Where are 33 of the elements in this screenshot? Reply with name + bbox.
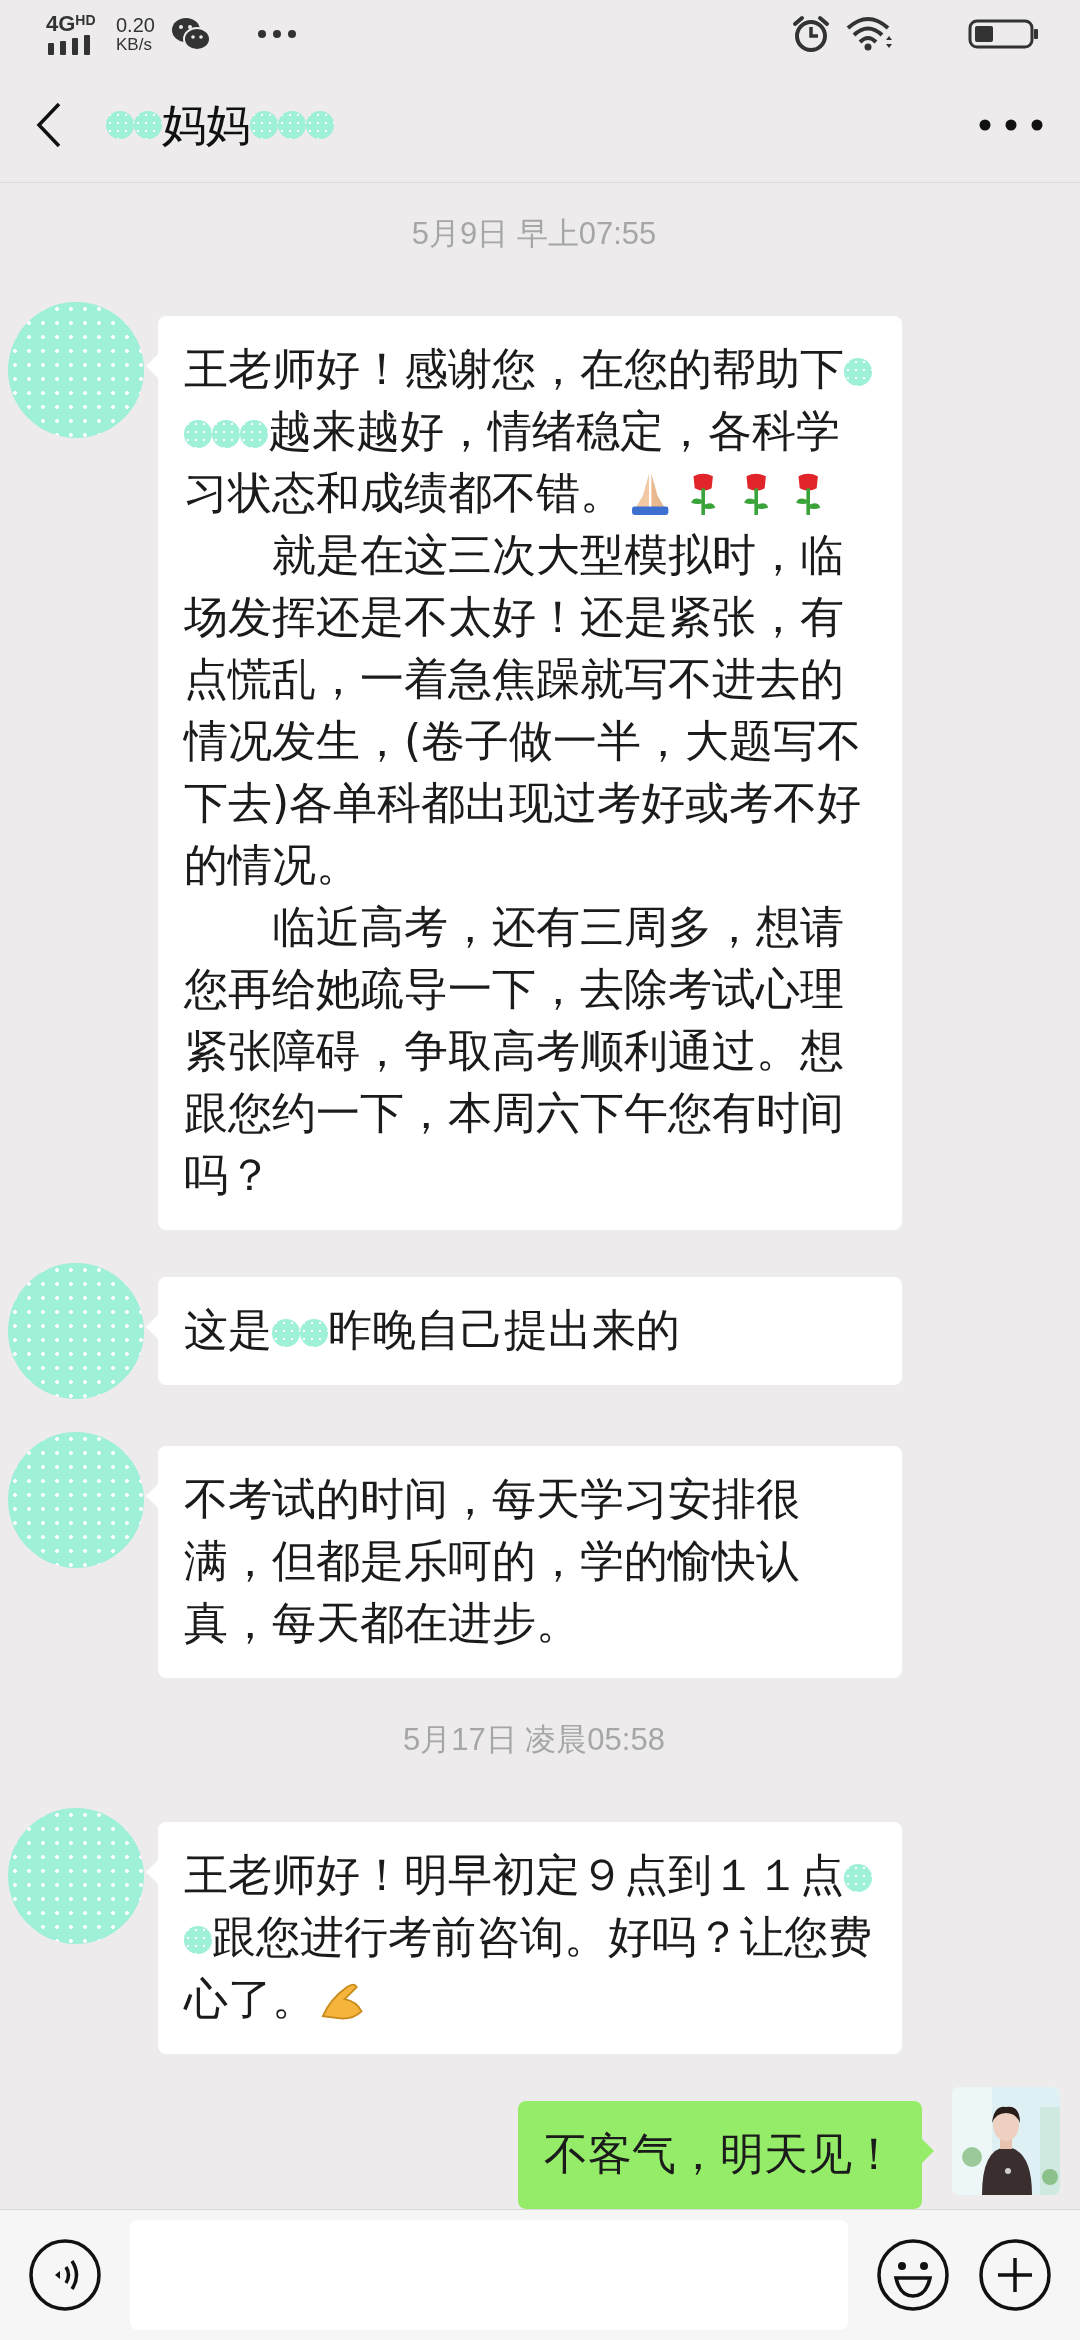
redaction-mark <box>134 111 162 140</box>
more-icon[interactable] <box>978 118 1044 133</box>
voice-button[interactable] <box>28 2238 102 2313</box>
alarm-icon <box>792 15 830 54</box>
redaction-mark <box>184 420 212 449</box>
redaction-mark <box>184 1926 212 1955</box>
timestamp: 5月17日 凌晨05:58 <box>403 1721 665 1760</box>
wifi-icon <box>846 16 892 53</box>
redaction-mark <box>278 111 306 140</box>
message-text: 不客气，明天见！ <box>544 2127 896 2182</box>
redaction-mark <box>844 1864 872 1893</box>
redaction-mark <box>306 111 334 140</box>
back-icon[interactable] <box>36 102 62 149</box>
redaction-mark <box>300 1319 328 1348</box>
redaction-mark <box>212 420 240 449</box>
redaction-mark <box>240 420 268 449</box>
battery-icon <box>968 19 1040 50</box>
redaction-mark <box>250 111 278 140</box>
message-text: 王老师好！感谢您，在您的帮助下 越来越好，情绪稳定，各科学习状态和成绩都不错。 <box>184 338 872 525</box>
message-text: 临近高考，还有三周多，想请您再给她疏导一下，去除考试心理紧张障碍，争取高考顺利通过。想跟您约一下，本周六下午您有时间吗？ <box>184 900 845 1203</box>
message-text: 这是 昨晚自己提出来的 <box>184 1303 681 1358</box>
redaction-mark <box>106 111 134 140</box>
more-icon <box>256 29 297 40</box>
emoji-button[interactable] <box>876 2238 950 2313</box>
redaction-mark <box>272 1319 300 1348</box>
redaction-mark <box>844 358 872 387</box>
chat-title: 妈妈 <box>106 96 334 155</box>
message-text: 不考试的时间，每天学习安排很满，但都是乐呵的，学的愉快认真，每天都在进步。 <box>184 1472 801 1651</box>
add-button[interactable] <box>978 2238 1052 2313</box>
timestamp: 5月9日 早上07:55 <box>411 215 657 254</box>
network-speed: 0.20 KB/s <box>116 14 155 54</box>
message-text: 王老师好！明早初定９点到１１点 跟您进行考前咨询。好吗？让您费心了。 <box>184 1848 872 2027</box>
message-text: 就是在这三次大型模拟时，临场发挥还是不太好！还是紧张，有点慌乱，一着急焦躁就写不进去的情况发生，(卷子做一半，大题写不下去)各单科都出现过考好或考不好的情况。 <box>184 528 863 893</box>
